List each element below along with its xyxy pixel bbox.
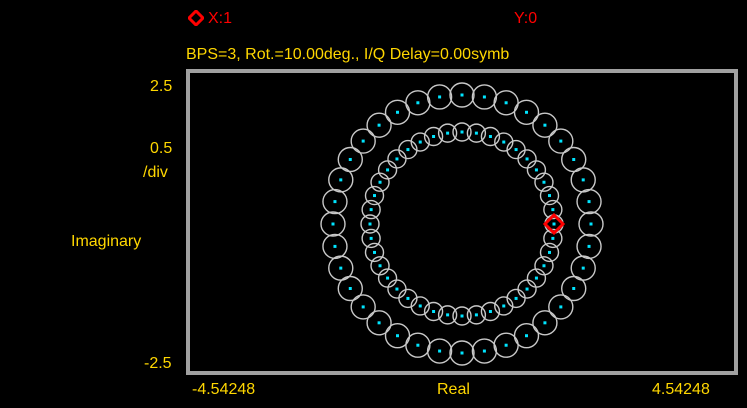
x-axis-left-value: -4.54248 [192,381,256,398]
inner-ring-symbol-point [525,287,529,291]
inner-ring-symbol-point [418,304,422,308]
inner-ring-symbol-point [552,222,556,226]
y-axis-bottom-value: -2.5 [144,355,172,372]
outer-ring-symbol-point [361,139,365,143]
inner-ring-symbol-point [551,208,555,212]
inner-ring-symbol-point [373,194,376,198]
inner-ring-symbol-point [432,310,436,313]
outer-ring-symbol-point [348,158,352,161]
outer-ring-symbol-point [504,101,508,105]
outer-ring-symbol-point [559,305,563,309]
outer-ring-symbol-point [572,158,576,161]
inner-ring-symbol-point [542,180,546,184]
outer-ring-symbol-point [543,321,547,325]
y-axis-scale-value: 0.5 [150,140,173,157]
outer-ring-symbol-point [581,266,585,270]
inner-ring-symbol-point [548,194,551,198]
inner-ring-symbol-point [373,250,376,254]
measurement-info: BPS=3, Rot.=10.00deg., I/Q Delay=0.00sym… [186,46,510,63]
inner-ring-symbol-point [386,276,390,280]
outer-ring-symbol-point [438,95,442,99]
inner-ring-symbol-point [474,131,478,135]
marker-y-readout: Y:0 [514,10,538,27]
inner-ring-symbol-point [446,313,450,317]
inner-ring-symbol-point [534,168,538,172]
outer-ring-symbol-point [559,139,563,143]
inner-ring-symbol-point [488,310,492,313]
inner-ring-symbol-point [502,140,506,144]
outer-ring-symbol-point [339,178,343,182]
outer-ring-symbol-point [460,93,464,97]
inner-ring-symbol-point [406,148,410,152]
marker-x-readout: X:1 [208,10,233,27]
inner-ring-symbol-point [551,236,555,240]
outer-ring-symbol-point [482,95,486,99]
inner-ring-symbol-point [488,135,492,138]
inner-ring-symbol-point [368,222,372,226]
inner-ring-symbol-point [446,131,450,135]
outer-ring-symbol-point [525,110,528,114]
y-axis-top-value: 2.5 [150,78,173,95]
outer-ring-symbol-point [587,244,591,248]
inner-ring-symbol-point [525,157,529,161]
outer-ring-symbol-point [396,334,399,338]
outer-ring-symbol-point [377,123,381,127]
outer-ring-symbol-point [438,349,442,353]
inner-ring-symbol-point [548,250,551,254]
outer-ring-symbol-point [361,305,365,309]
inner-ring-symbol-point [542,264,546,268]
outer-ring-symbol-point [339,266,343,270]
outer-ring-symbol-point [348,287,352,290]
inner-ring-symbol-point [460,314,464,318]
outer-ring-symbol-point [333,244,337,248]
outer-ring-symbol-point [377,321,381,325]
outer-ring-symbol-point [416,101,420,105]
y-axis-label: Imaginary [71,233,142,250]
outer-ring-symbol-point [482,349,486,353]
constellation-plot [320,82,604,366]
inner-ring-symbol-point [418,140,422,144]
outer-ring-symbol-point [581,178,585,182]
inner-ring-symbol-point [534,276,538,280]
inner-ring-symbol-point [432,135,436,138]
constellation-plot-frame [186,69,738,375]
inner-ring-symbol-point [460,130,464,134]
diamond-marker-icon [188,10,204,26]
inner-ring-symbol-point [395,287,399,291]
x-axis-right-value: 4.54248 [652,381,710,398]
inner-ring-symbol-point [386,168,390,172]
inner-ring-symbol-point [378,264,382,268]
outer-ring-symbol-point [504,343,508,347]
inner-ring-symbol-point [406,296,410,300]
outer-ring-symbol-point [460,351,464,355]
outer-ring-symbol-point [572,287,576,290]
inner-ring-symbol-point [514,296,518,300]
outer-ring-symbol-point [416,343,420,347]
inner-ring-symbol-point [378,180,382,184]
outer-ring-symbol-point [525,334,528,338]
outer-ring-symbol-point [396,110,399,114]
outer-ring-symbol-point [333,200,337,204]
y-axis-scale-unit: /div [143,164,168,181]
inner-ring-symbol-point [502,304,506,308]
inner-ring-symbol-point [369,236,373,240]
outer-ring-symbol-point [589,222,593,226]
inner-ring-symbol-point [369,208,373,212]
inner-ring-symbol-point [514,148,518,152]
outer-ring-symbol-point [543,123,547,127]
inner-ring-symbol-point [395,157,399,161]
x-axis-label: Real [437,381,470,398]
outer-ring-symbol-point [587,200,591,204]
outer-ring-symbol-point [331,222,335,226]
inner-ring-symbol-point [474,313,478,317]
